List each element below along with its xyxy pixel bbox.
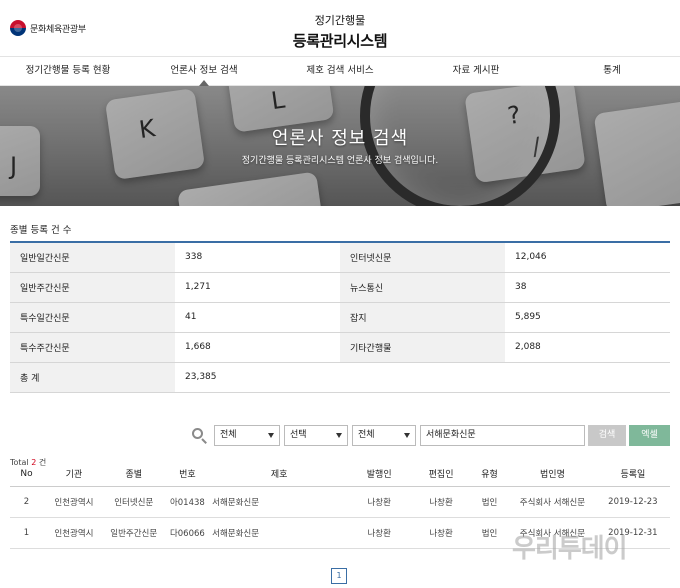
count-value: 38 xyxy=(505,272,670,303)
count-value: 41 xyxy=(175,302,340,333)
registration-count-table: 일반일간신문 338 인터넷신문 12,046 일반주간신문 1,271 뉴스통… xyxy=(10,241,670,393)
column-header: 법인명 xyxy=(509,462,596,487)
nav-item-registration-status[interactable]: 정기간행물 등록 현황 xyxy=(0,57,136,85)
column-header: No xyxy=(10,462,43,487)
page-banner: J K L ? / 언론사 정보 검색 정기간행물 등록관리시스템 언론사 정보 … xyxy=(0,86,680,206)
type-select[interactable]: 선택 xyxy=(284,425,348,446)
section-title: 종별 등록 건 수 xyxy=(10,225,72,236)
count-value: 12,046 xyxy=(505,242,670,273)
site-title[interactable]: 정기간행물 등록관리시스템 xyxy=(0,12,680,51)
chevron-down-icon xyxy=(268,433,274,438)
table-row: 특수일간신문 41 잡지 5,895 xyxy=(10,302,670,333)
table-row: 특수주간신문 1,668 기타간행물 2,088 xyxy=(10,332,670,363)
column-header: 발행인 xyxy=(346,462,413,487)
field-select[interactable]: 전체 xyxy=(352,425,416,446)
site-header: 문화체육관광부 정기간행물 등록관리시스템 xyxy=(0,0,680,56)
count-label: 일반주간신문 xyxy=(10,272,175,303)
count-value: 1,271 xyxy=(175,272,340,303)
column-header: 기관 xyxy=(43,462,105,487)
nav-item-title-search[interactable]: 제호 검색 서비스 xyxy=(272,57,408,85)
column-header: 유형 xyxy=(469,462,510,487)
count-label: 일반일간신문 xyxy=(10,242,175,273)
total-label: 총 계 xyxy=(10,362,175,393)
count-value: 5,895 xyxy=(505,302,670,333)
count-label: 특수주간신문 xyxy=(10,332,175,363)
count-label: 잡지 xyxy=(340,302,505,333)
nav-item-board[interactable]: 자료 게시판 xyxy=(408,57,544,85)
chevron-down-icon xyxy=(404,433,410,438)
count-label: 특수일간신문 xyxy=(10,302,175,333)
column-header: 번호 xyxy=(162,462,213,487)
column-header: 종별 xyxy=(104,462,163,487)
nav-item-press-search[interactable]: 언론사 정보 검색 xyxy=(136,57,272,86)
total-value: 23,385 xyxy=(175,362,670,393)
main-nav: 정기간행물 등록 현황 언론사 정보 검색 제호 검색 서비스 자료 게시판 통… xyxy=(0,56,680,86)
table-row[interactable]: 2 인천광역시 인터넷신문 아01438 서해문화신문 나창환 나창환 법인 주… xyxy=(10,486,670,518)
column-header: 등록일 xyxy=(595,462,670,487)
excel-download-button[interactable]: 엑셀 xyxy=(629,425,670,446)
site-title-line1: 정기간행물 xyxy=(314,14,366,27)
column-header: 편집인 xyxy=(412,462,470,487)
table-header-row: No 기관 종별 번호 제호 발행인 편집인 유형 법인명 등록일 xyxy=(10,462,670,487)
table-row-total: 총 계 23,385 xyxy=(10,362,670,393)
title-link[interactable]: 서해문화신문 xyxy=(212,486,347,518)
count-value: 338 xyxy=(175,242,340,273)
title-link[interactable]: 서해문화신문 xyxy=(212,517,347,549)
count-label: 뉴스통신 xyxy=(340,272,505,303)
table-row: 일반일간신문 338 인터넷신문 12,046 xyxy=(10,242,670,273)
search-button[interactable]: 검색 xyxy=(588,425,626,446)
search-input[interactable]: 서해문화신문 xyxy=(420,425,585,446)
column-header: 제호 xyxy=(212,462,347,487)
chevron-down-icon xyxy=(336,433,342,438)
count-value: 2,088 xyxy=(505,332,670,363)
nav-item-statistics[interactable]: 통계 xyxy=(544,57,680,85)
count-label: 기타간행물 xyxy=(340,332,505,363)
watermark: 우리투데이 xyxy=(512,534,628,564)
banner-subtitle: 정기간행물 등록관리시스템 언론사 정보 검색입니다. xyxy=(241,156,439,166)
page-button-1[interactable]: 1 xyxy=(331,568,347,584)
region-select[interactable]: 전체 xyxy=(214,425,280,446)
count-value: 1,668 xyxy=(175,332,340,363)
table-row: 일반주간신문 1,271 뉴스통신 38 xyxy=(10,272,670,303)
banner-title: 언론사 정보 검색 xyxy=(271,128,409,149)
site-title-line2: 등록관리시스템 xyxy=(292,32,388,50)
count-label: 인터넷신문 xyxy=(340,242,505,273)
search-icon xyxy=(192,428,208,444)
